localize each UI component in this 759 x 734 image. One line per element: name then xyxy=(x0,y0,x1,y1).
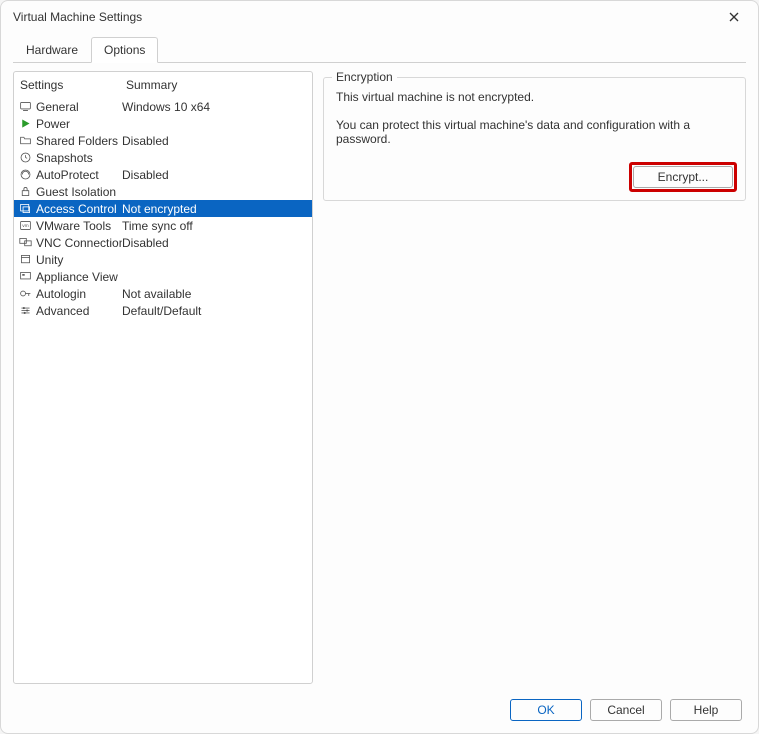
row-shared-folders[interactable]: Shared Folders Disabled xyxy=(14,132,312,149)
row-label: Power xyxy=(36,117,122,131)
detail-line2: You can protect this virtual machine's d… xyxy=(336,118,733,146)
row-summary: Time sync off xyxy=(122,219,312,233)
row-guest-isolation[interactable]: Guest Isolation xyxy=(14,183,312,200)
detail-line1: This virtual machine is not encrypted. xyxy=(336,90,733,104)
svg-text:vm: vm xyxy=(22,224,28,229)
row-label: Advanced xyxy=(36,304,122,318)
row-summary: Disabled xyxy=(122,134,312,148)
row-label: Unity xyxy=(36,253,122,267)
cancel-button[interactable]: Cancel xyxy=(590,699,662,721)
tab-hardware[interactable]: Hardware xyxy=(13,37,91,63)
row-label: Shared Folders xyxy=(36,134,122,148)
ok-button[interactable]: OK xyxy=(510,699,582,721)
settings-list: General Windows 10 x64 Power Shared Fold… xyxy=(14,98,312,683)
window-title: Virtual Machine Settings xyxy=(13,10,142,24)
row-summary: Disabled xyxy=(122,236,312,250)
row-label: Appliance View xyxy=(36,270,122,284)
row-snapshots[interactable]: Snapshots xyxy=(14,149,312,166)
row-label: Access Control xyxy=(36,202,122,216)
row-vmware-tools[interactable]: vm VMware Tools Time sync off xyxy=(14,217,312,234)
row-advanced[interactable]: Advanced Default/Default xyxy=(14,302,312,319)
encryption-groupbox: Encryption This virtual machine is not e… xyxy=(323,77,746,201)
row-label: VNC Connections xyxy=(36,236,122,250)
row-power[interactable]: Power xyxy=(14,115,312,132)
row-general[interactable]: General Windows 10 x64 xyxy=(14,98,312,115)
close-button[interactable] xyxy=(722,5,746,29)
row-label: VMware Tools xyxy=(36,219,122,233)
row-label: AutoProtect xyxy=(36,168,122,182)
row-summary: Not encrypted xyxy=(122,202,312,216)
row-unity[interactable]: Unity xyxy=(14,251,312,268)
tabstrip: Hardware Options xyxy=(1,33,758,63)
sliders-icon xyxy=(14,304,36,317)
settings-list-panel: Settings Summary General Windows 10 x64 … xyxy=(13,71,313,684)
vm-icon: vm xyxy=(14,219,36,232)
header-settings: Settings xyxy=(18,78,126,92)
row-label: Guest Isolation xyxy=(36,185,122,199)
detail-panel: Encryption This virtual machine is not e… xyxy=(323,71,746,684)
row-appliance-view[interactable]: Appliance View xyxy=(14,268,312,285)
window-icon xyxy=(14,253,36,266)
access-icon xyxy=(14,202,36,215)
row-summary: Default/Default xyxy=(122,304,312,318)
shield-clock-icon xyxy=(14,168,36,181)
list-header: Settings Summary xyxy=(14,72,312,98)
titlebar: Virtual Machine Settings xyxy=(1,1,758,33)
row-vnc-connections[interactable]: VNC Connections Disabled xyxy=(14,234,312,251)
row-summary: Disabled xyxy=(122,168,312,182)
help-button[interactable]: Help xyxy=(670,699,742,721)
screens-icon xyxy=(14,236,36,249)
folder-icon xyxy=(14,134,36,147)
vm-settings-window: Virtual Machine Settings Hardware Option… xyxy=(0,0,759,734)
encrypt-button-highlight: Encrypt... xyxy=(629,162,737,192)
row-summary: Not available xyxy=(122,287,312,301)
row-autoprotect[interactable]: AutoProtect Disabled xyxy=(14,166,312,183)
clock-icon xyxy=(14,151,36,164)
row-label: Autologin xyxy=(36,287,122,301)
lock-icon xyxy=(14,185,36,198)
key-icon xyxy=(14,287,36,300)
row-label: Snapshots xyxy=(36,151,122,165)
tab-options[interactable]: Options xyxy=(91,37,158,63)
encrypt-button[interactable]: Encrypt... xyxy=(633,166,733,188)
groupbox-label: Encryption xyxy=(332,70,397,84)
dialog-footer: OK Cancel Help xyxy=(1,693,758,733)
play-icon xyxy=(14,117,36,130)
close-icon xyxy=(729,12,739,22)
row-label: General xyxy=(36,100,122,114)
content-area: Settings Summary General Windows 10 x64 … xyxy=(13,62,746,684)
row-autologin[interactable]: Autologin Not available xyxy=(14,285,312,302)
row-access-control[interactable]: Access Control Not encrypted xyxy=(14,200,312,217)
appliance-icon xyxy=(14,270,36,283)
monitor-icon xyxy=(14,100,36,113)
header-summary: Summary xyxy=(126,78,308,92)
row-summary: Windows 10 x64 xyxy=(122,100,312,114)
